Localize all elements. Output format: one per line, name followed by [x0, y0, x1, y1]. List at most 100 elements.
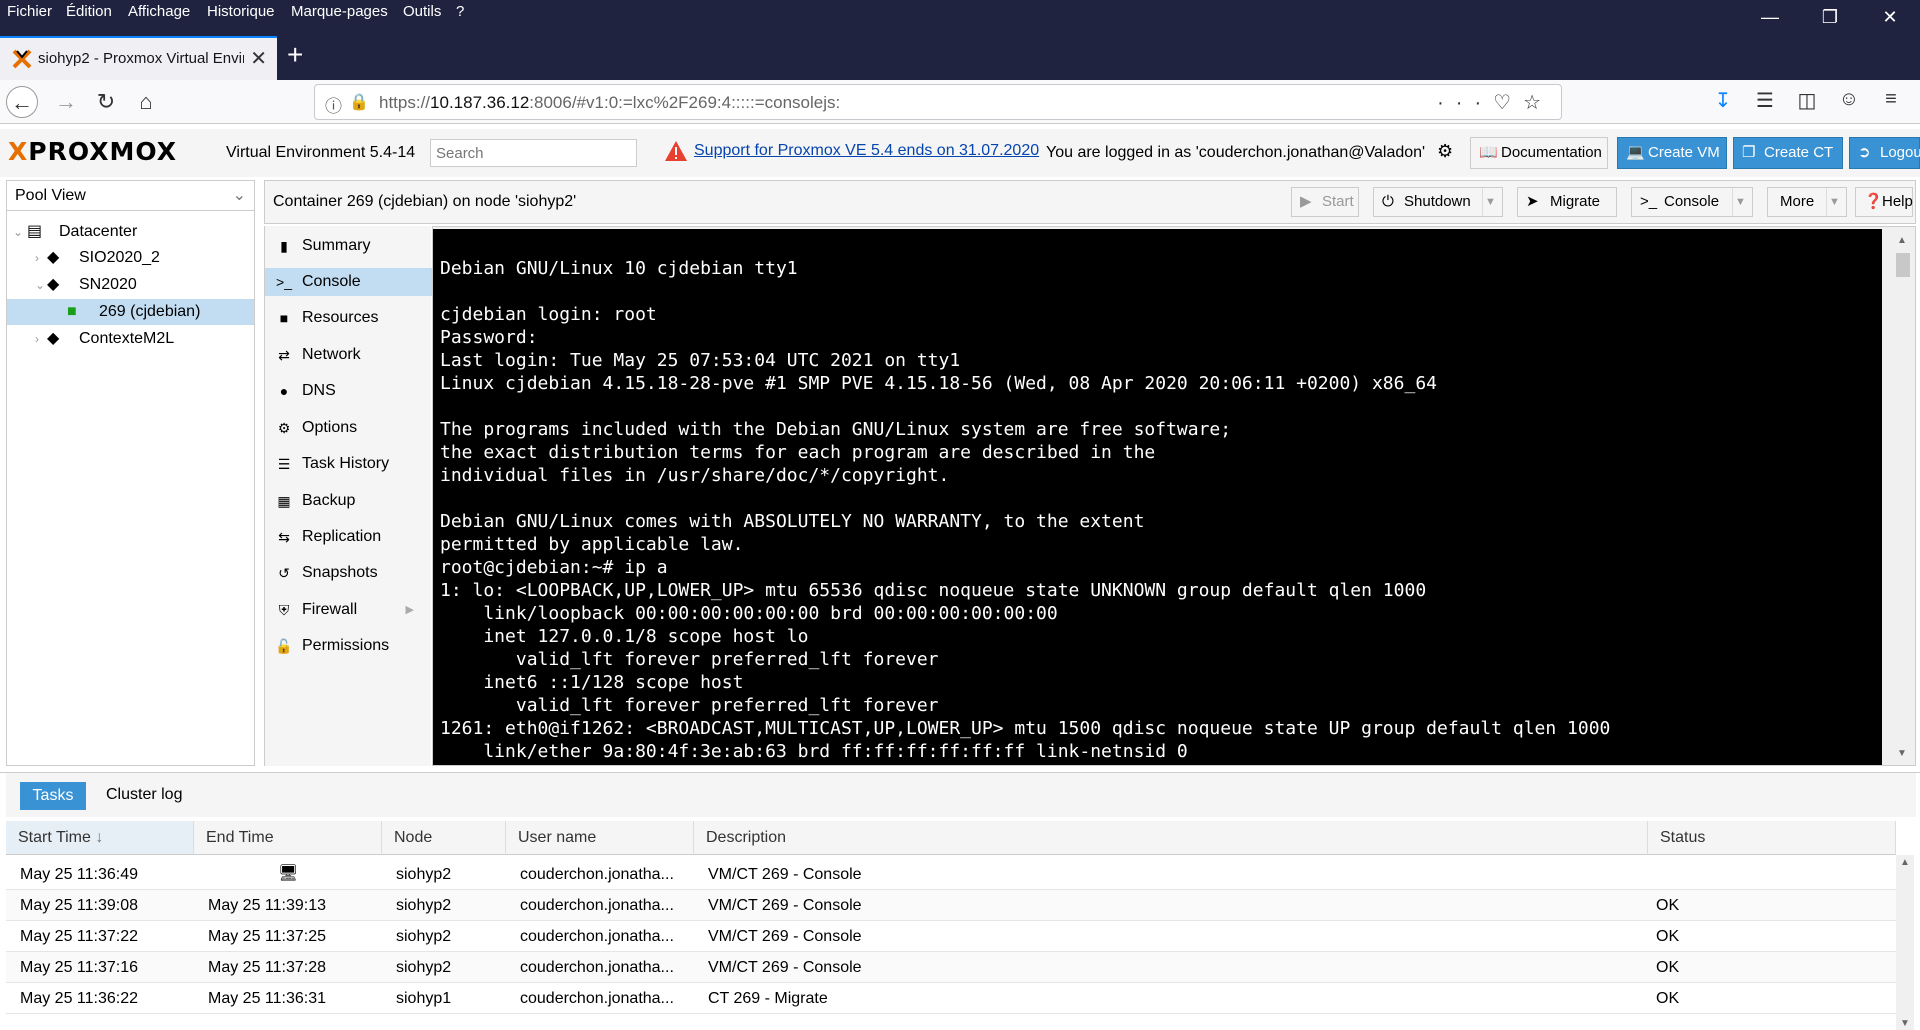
- collapse-arrow-icon[interactable]: ⌄: [13, 219, 23, 245]
- account-icon[interactable]: ☺: [1836, 88, 1862, 113]
- cube-icon: ❐: [1742, 144, 1756, 161]
- info-icon[interactable]: ⓘ: [325, 92, 342, 117]
- table-row[interactable]: May 25 11:37:22 May 25 11:37:25 siohyp2 …: [6, 921, 1896, 952]
- column-header-status[interactable]: Status: [1648, 821, 1896, 855]
- column-header-node[interactable]: Node: [382, 821, 506, 855]
- logged-in-text: You are logged in as 'couderchon.jonatha…: [1046, 144, 1426, 161]
- terminal-screen[interactable]: Debian GNU/Linux 10 cjdebian tty1 cjdebi…: [433, 229, 1882, 765]
- scroll-down-icon[interactable]: ▼: [1897, 748, 1907, 759]
- subnav-snapshots[interactable]: ↺ Snapshots: [265, 559, 432, 587]
- column-header-description[interactable]: Description: [694, 821, 1648, 855]
- chevron-down-icon[interactable]: ⌄: [233, 185, 246, 205]
- expand-arrow-icon[interactable]: ›: [35, 245, 39, 271]
- table-row[interactable]: May 25 11:39:08 May 25 11:39:13 siohyp2 …: [6, 890, 1896, 921]
- menu-fichier[interactable]: Fichier: [7, 3, 52, 20]
- documentation-button[interactable]: 📖 Documentation: [1470, 137, 1608, 169]
- chevron-right-icon[interactable]: ▶: [406, 596, 414, 624]
- menu-edition[interactable]: Édition: [66, 3, 112, 20]
- tab-cluster-log[interactable]: Cluster log: [106, 786, 182, 804]
- subnav-network[interactable]: ⇄ Network: [265, 341, 432, 369]
- subnav-replication[interactable]: ⇆ Replication: [265, 523, 432, 551]
- library-icon[interactable]: ☰: [1752, 88, 1778, 113]
- hamburger-menu-icon[interactable]: ≡: [1878, 88, 1904, 113]
- tab-close-icon[interactable]: ✕: [250, 46, 267, 71]
- history-icon: ↺: [278, 565, 290, 581]
- subnav-summary[interactable]: ▮ Summary: [265, 232, 432, 260]
- cell-status: OK: [1656, 990, 1680, 1007]
- support-link[interactable]: Support for Proxmox VE 5.4 ends on 31.07…: [694, 142, 1039, 160]
- back-icon[interactable]: ←: [6, 86, 38, 118]
- console-button[interactable]: >_ Console ▼: [1631, 187, 1753, 217]
- logout-button[interactable]: ➲ Logou: [1849, 137, 1920, 169]
- menu-affichage[interactable]: Affichage: [128, 3, 190, 20]
- subnav-options[interactable]: ⚙ Options: [265, 414, 432, 442]
- proxmox-logo: XPROXMOX: [8, 137, 178, 166]
- create-vm-button[interactable]: 💻 Create VM: [1617, 137, 1727, 169]
- menu-historique[interactable]: Historique: [207, 3, 275, 20]
- tab-tasks[interactable]: Tasks: [20, 782, 86, 810]
- help-button[interactable]: ❓ Help: [1855, 187, 1913, 217]
- chevron-down-icon[interactable]: ▼: [1482, 188, 1498, 216]
- view-selector[interactable]: Pool View ⌄: [7, 181, 254, 211]
- table-row[interactable]: May 25 11:36:49 🖥 siohyp2 couderchon.jon…: [6, 859, 1896, 890]
- menu-marque-pages[interactable]: Marque-pages: [291, 3, 388, 20]
- tree-item-contextem2l[interactable]: › ◆ ContexteM2L: [7, 326, 254, 352]
- more-actions-icon[interactable]: ···: [1437, 92, 1493, 114]
- lock-warning-icon[interactable]: 🔒: [349, 92, 369, 112]
- migrate-button[interactable]: ➤ Migrate: [1517, 187, 1617, 217]
- create-ct-button[interactable]: ❐ Create CT: [1733, 137, 1843, 169]
- download-icon[interactable]: ↧: [1710, 88, 1736, 113]
- collapse-arrow-icon[interactable]: ⌄: [35, 272, 45, 298]
- subnav-permissions[interactable]: 🔓 Permissions: [265, 632, 432, 660]
- cell-start: May 25 11:37:22: [20, 928, 139, 945]
- scroll-up-icon[interactable]: ▲: [1900, 857, 1910, 868]
- url-bar[interactable]: ⓘ 🔒 https://10.187.36.12:8006/#v1:0:=lxc…: [314, 84, 1562, 120]
- start-button[interactable]: ▶ Start: [1291, 187, 1359, 217]
- tree-item-269-cjdebian[interactable]: ■ 269 (cjdebian): [7, 299, 254, 325]
- subnav-task-history[interactable]: ☰ Task History: [265, 450, 432, 478]
- new-tab-icon[interactable]: +: [287, 39, 303, 71]
- tree-item-sio2020-2[interactable]: › ◆ SIO2020_2: [7, 245, 254, 271]
- table-row[interactable]: May 25 11:37:16 May 25 11:37:28 siohyp2 …: [6, 952, 1896, 983]
- bookmark-star-icon[interactable]: ☆: [1523, 92, 1553, 114]
- home-icon[interactable]: ⌂: [130, 86, 162, 118]
- cell-description: VM/CT 269 - Console: [708, 959, 862, 976]
- column-header-user[interactable]: User name: [506, 821, 694, 855]
- gear-icon[interactable]: ⚙: [1437, 141, 1453, 162]
- pocket-icon[interactable]: ♡: [1493, 92, 1523, 114]
- shutdown-button[interactable]: ⏻ Shutdown ▼: [1373, 187, 1503, 217]
- subnav-dns[interactable]: ● DNS: [265, 377, 432, 405]
- tree-item-sn2020[interactable]: ⌄ ◆ SN2020: [7, 272, 254, 298]
- more-button[interactable]: More ▼: [1767, 187, 1847, 217]
- chevron-down-icon[interactable]: ▼: [1826, 188, 1842, 216]
- scroll-up-icon[interactable]: ▲: [1897, 235, 1907, 246]
- cell-end: May 25 11:36:31: [208, 990, 327, 1007]
- grid-scrollbar[interactable]: ▲ ▼: [1896, 855, 1914, 1030]
- reload-icon[interactable]: ↻: [90, 86, 122, 118]
- terminal-scrollbar[interactable]: ▲ ▼: [1893, 231, 1913, 763]
- chevron-down-icon[interactable]: ▼: [1732, 188, 1748, 216]
- menu-help[interactable]: ?: [456, 3, 464, 20]
- shield-icon: ⛨: [278, 602, 290, 618]
- table-row[interactable]: May 25 11:36:22 May 25 11:36:31 siohyp1 …: [6, 983, 1896, 1014]
- sidebar-icon[interactable]: ◫: [1794, 88, 1820, 113]
- subnav-firewall[interactable]: ⛨ Firewall ▶: [265, 596, 432, 624]
- cell-description: CT 269 - Migrate: [708, 990, 828, 1007]
- forward-icon[interactable]: →: [50, 86, 82, 118]
- subnav-backup[interactable]: ▦ Backup: [265, 487, 432, 515]
- tree-item-datacenter[interactable]: ⌄ ▤ Datacenter: [7, 219, 254, 245]
- browser-tab[interactable]: siohyp2 - Proxmox Virtual Envir ✕: [0, 36, 277, 80]
- expand-arrow-icon[interactable]: ›: [35, 326, 39, 352]
- menu-outils[interactable]: Outils: [403, 3, 441, 20]
- container-running-icon: ■: [67, 303, 77, 320]
- scroll-down-icon[interactable]: ▼: [1900, 1018, 1910, 1029]
- column-header-end-time[interactable]: End Time: [194, 821, 382, 855]
- subnav-console[interactable]: >_ Console: [265, 268, 432, 296]
- globe-icon: ●: [279, 383, 289, 399]
- cell-user: couderchon.jonatha...: [520, 928, 674, 945]
- column-header-start-time[interactable]: Start Time ↓: [6, 821, 194, 855]
- scroll-thumb[interactable]: [1896, 253, 1910, 277]
- cell-end: May 25 11:37:28: [208, 959, 327, 976]
- subnav-resources[interactable]: ■ Resources: [265, 304, 432, 332]
- search-input[interactable]: [430, 139, 637, 167]
